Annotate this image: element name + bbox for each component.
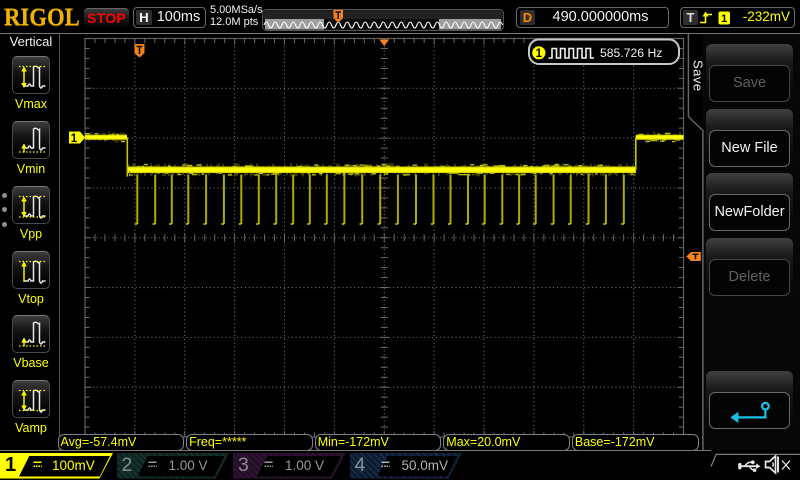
svg-text:1: 1 (721, 12, 727, 24)
svg-text:1: 1 (536, 48, 543, 60)
svg-text:1: 1 (71, 133, 78, 145)
svg-text:585.726 Hz: 585.726 Hz (600, 46, 662, 60)
